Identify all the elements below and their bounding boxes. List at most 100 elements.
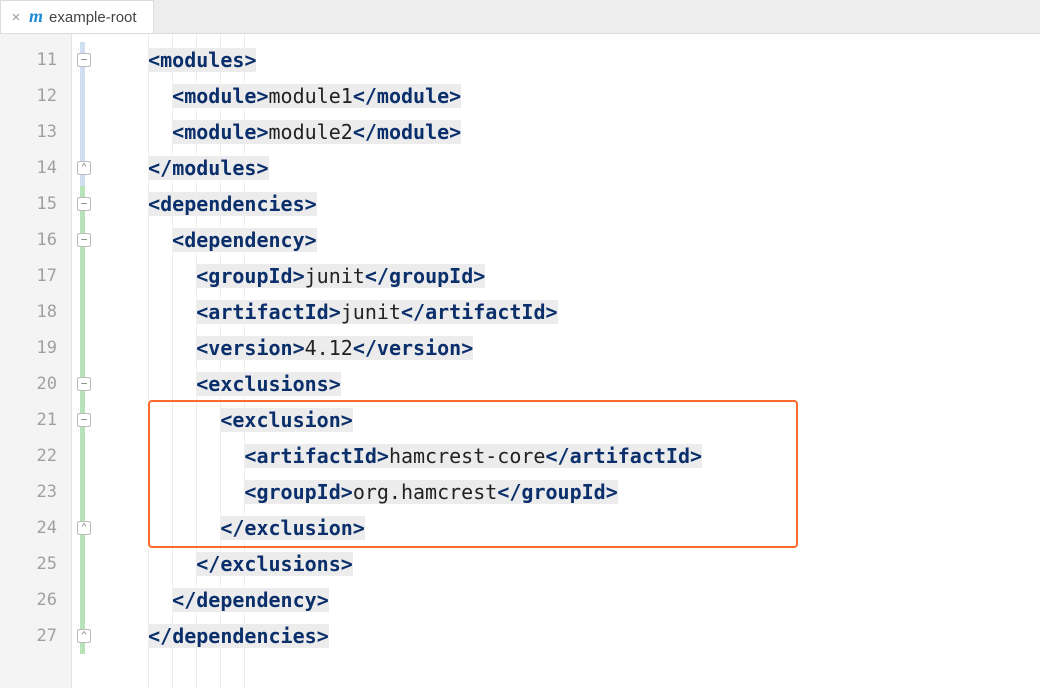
fold-row: ⌃ — [72, 618, 108, 654]
xml-tag-name: artifactId — [425, 300, 545, 324]
change-marker — [80, 438, 85, 474]
xml-punct: </ — [353, 336, 377, 360]
line-number: 26 — [0, 582, 71, 618]
xml-text: module1 — [269, 84, 353, 108]
line-number: 14 — [0, 150, 71, 186]
code-line[interactable]: <modules> — [108, 42, 1040, 78]
xml-punct: < — [172, 228, 184, 252]
xml-punct: </ — [172, 588, 196, 612]
code-line[interactable]: </modules> — [108, 150, 1040, 186]
xml-tag-name: dependencies — [172, 624, 317, 648]
xml-punct: < — [196, 264, 208, 288]
code-line[interactable]: <artifactId>junit</artifactId> — [108, 294, 1040, 330]
xml-punct: < — [196, 336, 208, 360]
xml-tag-name: module — [184, 84, 256, 108]
tab-title: example-root — [49, 9, 137, 26]
change-marker — [80, 114, 85, 150]
line-number: 25 — [0, 546, 71, 582]
code-line[interactable]: </dependency> — [108, 582, 1040, 618]
fold-toggle-icon[interactable]: ⌃ — [77, 629, 91, 643]
code-line[interactable]: <dependency> — [108, 222, 1040, 258]
xml-tag-name: modules — [172, 156, 256, 180]
code-line[interactable]: <module>module2</module> — [108, 114, 1040, 150]
xml-text: 4.12 — [305, 336, 353, 360]
xml-tag-name: dependency — [196, 588, 316, 612]
code-line[interactable]: <module>module1</module> — [108, 78, 1040, 114]
xml-punct: > — [353, 516, 365, 540]
fold-row: − — [72, 366, 108, 402]
xml-punct: > — [317, 588, 329, 612]
fold-row — [72, 546, 108, 582]
fold-toggle-icon[interactable]: − — [77, 413, 91, 427]
code-line[interactable]: <exclusions> — [108, 366, 1040, 402]
xml-tag-name: groupId — [521, 480, 605, 504]
xml-punct: </ — [365, 264, 389, 288]
fold-column: − ⌃ − − − − ⌃ ⌃ — [72, 34, 108, 688]
xml-punct: < — [172, 84, 184, 108]
fold-row — [72, 258, 108, 294]
code-line[interactable]: <dependencies> — [108, 186, 1040, 222]
xml-punct: > — [690, 444, 702, 468]
xml-punct: </ — [545, 444, 569, 468]
code-line[interactable]: <artifactId>hamcrest-core</artifactId> — [108, 438, 1040, 474]
line-number: 11 — [0, 42, 71, 78]
xml-punct: > — [329, 372, 341, 396]
code-line[interactable]: </exclusions> — [108, 546, 1040, 582]
fold-row: − — [72, 402, 108, 438]
fold-toggle-icon[interactable]: ⌃ — [77, 521, 91, 535]
xml-punct: </ — [148, 156, 172, 180]
code-line[interactable]: </exclusion> — [108, 510, 1040, 546]
xml-punct: > — [546, 300, 558, 324]
fold-toggle-icon[interactable]: − — [77, 233, 91, 247]
xml-punct: < — [244, 444, 256, 468]
xml-punct: </ — [220, 516, 244, 540]
change-marker — [80, 582, 85, 618]
xml-punct: </ — [353, 120, 377, 144]
fold-toggle-icon[interactable]: − — [77, 377, 91, 391]
code-line[interactable]: </dependencies> — [108, 618, 1040, 654]
fold-row — [72, 438, 108, 474]
xml-punct: < — [196, 300, 208, 324]
xml-punct: < — [220, 408, 232, 432]
fold-row — [72, 78, 108, 114]
fold-row — [72, 582, 108, 618]
xml-punct: > — [317, 624, 329, 648]
xml-punct: > — [341, 480, 353, 504]
fold-row: − — [72, 222, 108, 258]
change-marker — [80, 78, 85, 114]
line-number: 20 — [0, 366, 71, 402]
xml-text: junit — [305, 264, 365, 288]
xml-punct: > — [293, 336, 305, 360]
xml-tag-name: groupId — [389, 264, 473, 288]
code-line[interactable]: <version>4.12</version> — [108, 330, 1040, 366]
change-marker — [80, 330, 85, 366]
code-line[interactable]: <groupId>org.hamcrest</groupId> — [108, 474, 1040, 510]
fold-toggle-icon[interactable]: − — [77, 53, 91, 67]
line-number: 27 — [0, 618, 71, 654]
code-area[interactable]: <modules> <module>module1</module> <modu… — [108, 34, 1040, 688]
code-line[interactable]: <exclusion> — [108, 402, 1040, 438]
line-number: 19 — [0, 330, 71, 366]
line-number: 18 — [0, 294, 71, 330]
change-marker — [80, 474, 85, 510]
fold-row — [72, 114, 108, 150]
code-line[interactable]: <groupId>junit</groupId> — [108, 258, 1040, 294]
editor-tab[interactable]: × m example-root — [0, 0, 154, 33]
fold-row: − — [72, 186, 108, 222]
fold-row — [72, 330, 108, 366]
fold-toggle-icon[interactable]: − — [77, 197, 91, 211]
xml-punct: </ — [196, 552, 220, 576]
fold-toggle-icon[interactable]: ⌃ — [77, 161, 91, 175]
xml-tag-name: exclusion — [232, 408, 340, 432]
xml-punct: > — [341, 408, 353, 432]
editor-tabbar: × m example-root — [0, 0, 1040, 34]
xml-text: hamcrest-core — [389, 444, 546, 468]
close-icon[interactable]: × — [9, 9, 23, 26]
xml-punct: < — [148, 48, 160, 72]
xml-tag-name: module — [377, 84, 449, 108]
xml-punct: > — [461, 336, 473, 360]
change-marker — [80, 294, 85, 330]
xml-punct: > — [305, 192, 317, 216]
line-number: 24 — [0, 510, 71, 546]
code-editor[interactable]: 1112131415161718192021222324252627 −⌃−−−… — [0, 34, 1040, 688]
